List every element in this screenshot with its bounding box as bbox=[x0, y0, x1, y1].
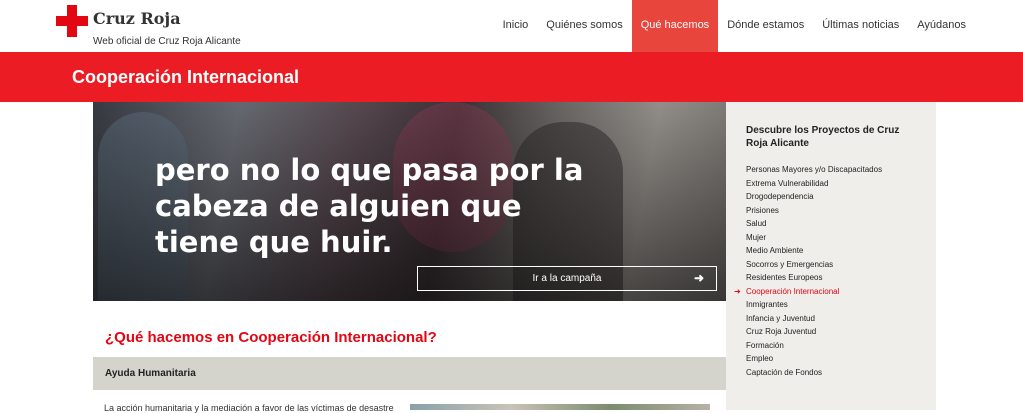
campaign-button[interactable]: Ir a la campaña ➜ bbox=[417, 266, 717, 291]
sidebar-item-formacion[interactable]: Formación bbox=[746, 339, 882, 353]
sidebar-item-socorros[interactable]: Socorros y Emergencias bbox=[746, 258, 882, 272]
sidebar-item-mujer[interactable]: Mujer bbox=[746, 231, 882, 245]
main-nav: Inicio Quiénes somos Qué hacemos Dónde e… bbox=[494, 0, 975, 52]
arrow-right-icon: ➜ bbox=[693, 271, 704, 285]
section-photo bbox=[410, 404, 710, 410]
site-header: Cruz Roja Web oficial de Cruz Roja Alica… bbox=[0, 0, 1023, 52]
brand-tagline: Web oficial de Cruz Roja Alicante bbox=[93, 36, 241, 47]
campaign-button-label: Ir a la campaña bbox=[532, 273, 602, 284]
campaign-hero-banner: pero no lo que pasa por la cabeza de alg… bbox=[93, 102, 726, 301]
sidebar-item-cooperacion-internacional[interactable]: Cooperación Internacional bbox=[746, 285, 882, 299]
section-body-text: La acción humanitaria y la mediación a f… bbox=[104, 403, 394, 413]
sidebar-item-medio-ambiente[interactable]: Medio Ambiente bbox=[746, 244, 882, 258]
accordion-ayuda-humanitaria[interactable]: Ayuda Humanitaria bbox=[93, 357, 726, 390]
sidebar-item-extrema-vulnerabilidad[interactable]: Extrema Vulnerabilidad bbox=[746, 177, 882, 191]
sidebar-item-captacion-fondos[interactable]: Captación de Fondos bbox=[746, 366, 882, 380]
projects-sidebar: Descubre los Proyectos de Cruz Roja Alic… bbox=[726, 102, 936, 410]
nav-item-inicio[interactable]: Inicio bbox=[494, 0, 538, 52]
sidebar-item-inmigrantes[interactable]: Inmigrantes bbox=[746, 298, 882, 312]
nav-item-donde-estamos[interactable]: Dónde estamos bbox=[718, 0, 813, 52]
sidebar-item-residentes-europeos[interactable]: Residentes Europeos bbox=[746, 271, 882, 285]
sidebar-item-salud[interactable]: Salud bbox=[746, 217, 882, 231]
section-heading: ¿Qué hacemos en Cooperación Internaciona… bbox=[105, 329, 437, 346]
nav-item-que-hacemos[interactable]: Qué hacemos bbox=[631, 0, 719, 52]
page-title: Cooperación Internacional bbox=[72, 67, 300, 87]
sidebar-title: Descubre los Proyectos de Cruz Roja Alic… bbox=[746, 125, 900, 149]
brand-name[interactable]: Cruz Roja bbox=[93, 9, 181, 28]
hero-headline: pero no lo que pasa por la cabeza de alg… bbox=[155, 153, 584, 259]
nav-item-ultimas-noticias[interactable]: Últimas noticias bbox=[813, 0, 908, 52]
page-title-band: Cooperación Internacional bbox=[0, 52, 1023, 102]
accordion-label: Ayuda Humanitaria bbox=[105, 368, 196, 379]
nav-item-quienes-somos[interactable]: Quiénes somos bbox=[537, 0, 631, 52]
sidebar-item-personas-mayores[interactable]: Personas Mayores y/o Discapacitados bbox=[746, 163, 882, 177]
sidebar-item-empleo[interactable]: Empleo bbox=[746, 352, 882, 366]
nav-item-ayudanos[interactable]: Ayúdanos bbox=[908, 0, 975, 52]
sidebar-item-infancia-juventud[interactable]: Infancia y Juventud bbox=[746, 312, 882, 326]
sidebar-item-cruz-roja-juventud[interactable]: Cruz Roja Juventud bbox=[746, 325, 882, 339]
sidebar-item-drogodependencia[interactable]: Drogodependencia bbox=[746, 190, 882, 204]
sidebar-project-list: Personas Mayores y/o Discapacitados Extr… bbox=[746, 163, 882, 379]
red-cross-logo-icon[interactable] bbox=[56, 5, 88, 37]
sidebar-item-prisiones[interactable]: Prisiones bbox=[746, 204, 882, 218]
